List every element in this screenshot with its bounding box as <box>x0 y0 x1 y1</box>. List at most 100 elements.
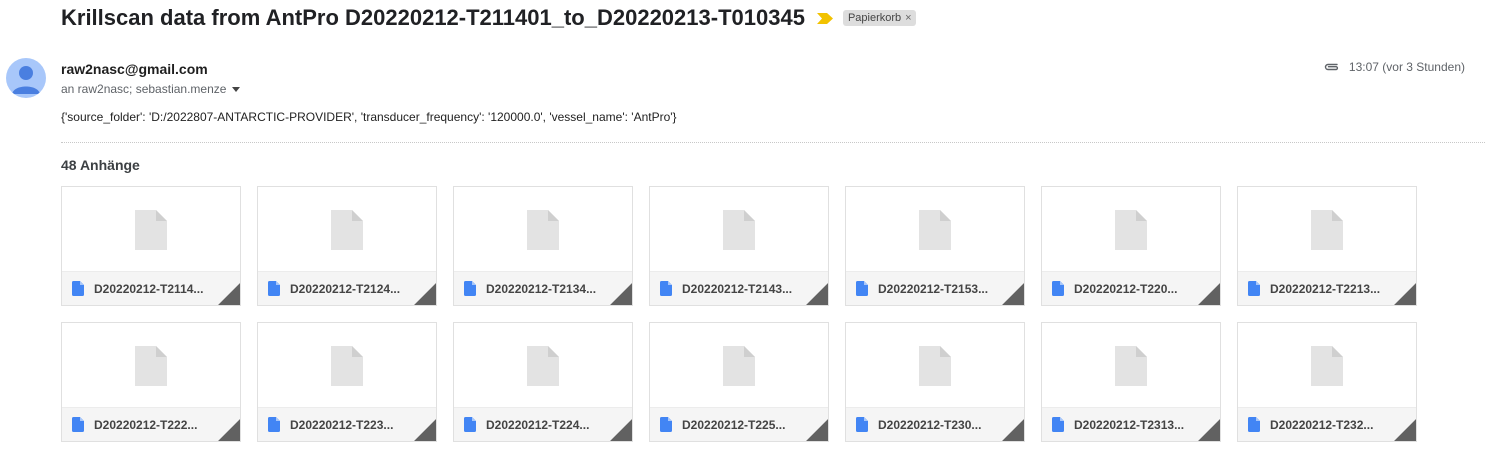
document-icon <box>660 281 672 296</box>
important-marker-icon[interactable] <box>816 12 833 24</box>
page-fold-icon <box>610 283 632 305</box>
person-icon <box>12 66 40 94</box>
document-icon <box>660 417 672 432</box>
attachment-filename: D20220212-T2153... <box>878 281 989 296</box>
document-icon <box>268 417 280 432</box>
page-fold-icon <box>1198 419 1220 441</box>
attachment-filename: D20220212-T223... <box>290 417 394 432</box>
attachment-filename: D20220212-T2213... <box>1270 281 1381 296</box>
message-time: 13:07 (vor 3 Stunden) <box>1348 60 1465 74</box>
sender-address[interactable]: raw2nasc@gmail.com <box>61 61 208 77</box>
attachment-card[interactable]: D20220212-T2134... <box>453 186 633 306</box>
page-fold-icon <box>414 283 436 305</box>
attachment-footer: D20220212-T232... <box>1238 407 1416 441</box>
attachment-card[interactable]: D20220212-T224... <box>453 322 633 442</box>
attachment-card[interactable]: D20220212-T2213... <box>1237 186 1417 306</box>
page-fold-icon <box>610 419 632 441</box>
document-placeholder-icon <box>723 210 755 250</box>
document-icon <box>464 417 476 432</box>
paperclip-icon <box>1324 63 1338 71</box>
attachment-footer: D20220212-T230... <box>846 407 1024 441</box>
attachments-grid: D20220212-T2114... D20220212-T2124... D2… <box>61 186 1417 442</box>
recipients-text: an raw2nasc; sebastian.menze <box>61 82 227 96</box>
attachment-filename: D20220212-T232... <box>1270 417 1374 432</box>
attachment-preview <box>1238 187 1416 273</box>
attachment-footer: D20220212-T2313... <box>1042 407 1220 441</box>
label-chip-papierkorb[interactable]: Papierkorb × <box>842 10 916 26</box>
attachment-card[interactable]: D20220212-T223... <box>257 322 437 442</box>
attachment-footer: D20220212-T2134... <box>454 271 632 305</box>
attachment-card[interactable]: D20220212-T2114... <box>61 186 241 306</box>
document-icon <box>72 281 84 296</box>
document-placeholder-icon <box>527 210 559 250</box>
email-subject: Krillscan data from AntPro D20220212-T21… <box>61 5 805 30</box>
attachment-card[interactable]: D20220212-T2153... <box>845 186 1025 306</box>
document-icon <box>1248 281 1260 296</box>
page-fold-icon <box>1394 419 1416 441</box>
document-icon <box>1052 281 1064 296</box>
recipients-line: an raw2nasc; sebastian.menze <box>61 82 241 96</box>
document-placeholder-icon <box>331 346 363 386</box>
page-fold-icon <box>1394 283 1416 305</box>
document-placeholder-icon <box>527 346 559 386</box>
message-meta: 13:07 (vor 3 Stunden) <box>1323 60 1465 74</box>
subject-row: Krillscan data from AntPro D20220212-T21… <box>61 4 916 32</box>
attachment-filename: D20220212-T2313... <box>1074 417 1185 432</box>
attachment-card[interactable]: D20220212-T2313... <box>1041 322 1221 442</box>
attachment-card[interactable]: D20220212-T220... <box>1041 186 1221 306</box>
attachment-preview <box>258 323 436 409</box>
attachment-filename: D20220212-T230... <box>878 417 982 432</box>
document-placeholder-icon <box>919 210 951 250</box>
attachment-card[interactable]: D20220212-T225... <box>649 322 829 442</box>
attachment-footer: D20220212-T2213... <box>1238 271 1416 305</box>
page-fold-icon <box>806 419 828 441</box>
attachment-preview <box>1042 323 1220 409</box>
attachment-preview <box>62 187 240 273</box>
attachment-footer: D20220212-T220... <box>1042 271 1220 305</box>
attachment-filename: D20220212-T225... <box>682 417 786 432</box>
attachment-card[interactable]: D20220212-T2124... <box>257 186 437 306</box>
remove-label-button[interactable]: × <box>905 12 911 24</box>
avatar[interactable] <box>6 58 46 98</box>
attachment-card[interactable]: D20220212-T230... <box>845 322 1025 442</box>
document-placeholder-icon <box>135 210 167 250</box>
document-icon <box>856 417 868 432</box>
attachment-preview <box>650 187 828 273</box>
document-placeholder-icon <box>331 210 363 250</box>
attachment-footer: D20220212-T223... <box>258 407 436 441</box>
document-icon <box>72 417 84 432</box>
document-placeholder-icon <box>723 346 755 386</box>
page-fold-icon <box>1198 283 1220 305</box>
page-fold-icon <box>806 283 828 305</box>
document-icon <box>1052 417 1064 432</box>
attachment-filename: D20220212-T224... <box>486 417 590 432</box>
chevron-down-icon[interactable] <box>232 86 241 92</box>
page-fold-icon <box>218 419 240 441</box>
document-icon <box>464 281 476 296</box>
document-placeholder-icon <box>135 346 167 386</box>
document-icon <box>1248 417 1260 432</box>
attachment-preview <box>846 323 1024 409</box>
attachments-heading: 48 Anhänge <box>61 157 140 173</box>
page-fold-icon <box>414 419 436 441</box>
attachment-filename: D20220212-T2124... <box>290 281 401 296</box>
attachment-footer: D20220212-T2143... <box>650 271 828 305</box>
attachment-card[interactable]: D20220212-T2143... <box>649 186 829 306</box>
document-placeholder-icon <box>1311 210 1343 250</box>
label-chip-text: Papierkorb <box>847 12 902 24</box>
attachment-preview <box>62 323 240 409</box>
attachment-footer: D20220212-T2114... <box>62 271 240 305</box>
attachment-card[interactable]: D20220212-T222... <box>61 322 241 442</box>
page-fold-icon <box>218 283 240 305</box>
attachment-card[interactable]: D20220212-T232... <box>1237 322 1417 442</box>
attachment-footer: D20220212-T225... <box>650 407 828 441</box>
attachment-filename: D20220212-T220... <box>1074 281 1178 296</box>
attachment-preview <box>1238 323 1416 409</box>
attachment-footer: D20220212-T2153... <box>846 271 1024 305</box>
attachment-preview <box>1042 187 1220 273</box>
document-icon <box>268 281 280 296</box>
document-placeholder-icon <box>1311 346 1343 386</box>
page-fold-icon <box>1002 283 1024 305</box>
attachments-divider <box>61 142 1485 143</box>
document-icon <box>856 281 868 296</box>
